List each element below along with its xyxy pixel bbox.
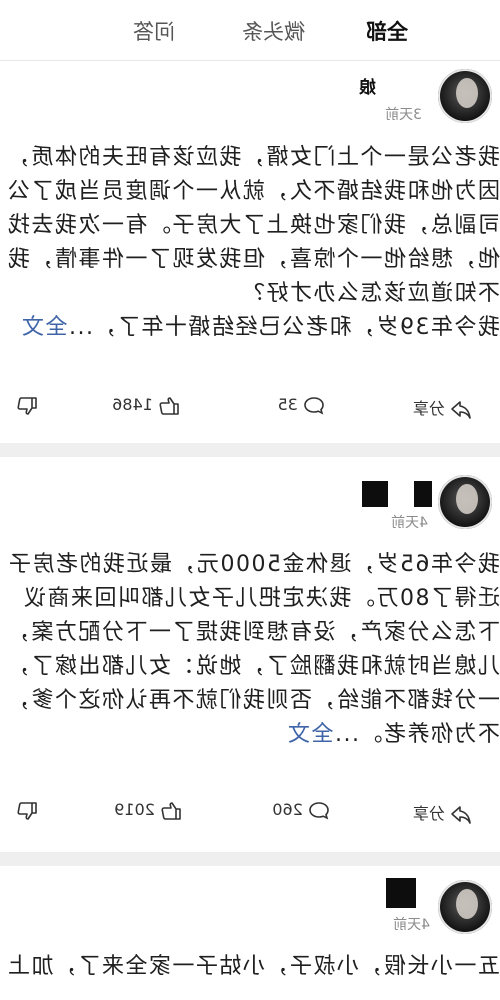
post-preview-line: 不为你养老。...全文 bbox=[0, 718, 500, 752]
comment-count: 35 bbox=[277, 395, 298, 414]
dislike-action[interactable] bbox=[16, 800, 38, 821]
post-text-line: 迁得了80万。我决定把儿子女儿都叫回来商议 bbox=[22, 586, 500, 611]
comment-action[interactable]: 35 bbox=[278, 395, 325, 416]
post-preview-text: 不为你养老。... bbox=[333, 722, 500, 747]
post-text-line: 五一小长假，小叔子，小姑子一家全来了，加上 bbox=[6, 954, 500, 979]
post-card[interactable]: 娘 3天前 我老公是一个上门女婿，我应该有旺夫的体质， 因为他和我结婚不久，就从… bbox=[0, 61, 500, 443]
post-text-line: 司副总，我们家也换上了大房子。有一次我去找 bbox=[6, 213, 500, 238]
like-count: 2019 bbox=[114, 800, 155, 819]
avatar[interactable] bbox=[438, 880, 492, 934]
post-text-line: 不知道应该怎么办才好？ bbox=[241, 281, 500, 306]
post-card[interactable]: 4天前 五一小长假，小叔子，小姑子一家全来了，加上 bbox=[0, 866, 500, 1000]
post-preview-text: 我今年39岁，和老公已经结婚十年了，... bbox=[67, 315, 500, 340]
share-action[interactable]: 分享 bbox=[413, 800, 472, 825]
post-actions: 分享 35 1486 bbox=[0, 389, 500, 423]
post-text-line: 我老公是一个上门女婿，我应该有旺夫的体质， bbox=[6, 145, 500, 170]
feed-separator bbox=[0, 852, 500, 866]
post-text-line: 我今年65岁，退休金5000元，最近我的老房子 bbox=[7, 552, 500, 577]
comment-action[interactable]: 260 bbox=[272, 800, 330, 821]
comment-count: 260 bbox=[272, 800, 303, 819]
mirrored-feed-screenshot: 全部 微头条 问答 娘 3天前 我老公是一个上门女婿，我应该有旺夫的体质， 因为… bbox=[0, 0, 500, 1000]
redacted-name-block bbox=[362, 481, 388, 507]
avatar[interactable] bbox=[438, 69, 492, 123]
avatar[interactable] bbox=[438, 475, 492, 529]
share-label: 分享 bbox=[412, 399, 445, 418]
post-time: 3天前 bbox=[385, 107, 422, 123]
full-text-link[interactable]: 全文 bbox=[21, 315, 68, 340]
top-tab-bar: 全部 微头条 问答 bbox=[0, 0, 500, 61]
redacted-name-block bbox=[414, 481, 432, 507]
thumbs-down-icon bbox=[16, 801, 38, 821]
tab-all[interactable]: 全部 bbox=[366, 18, 408, 46]
post-text-line: 一分钱都不能给，否则我们就不再认你这个爹， bbox=[6, 688, 500, 713]
share-label: 分享 bbox=[412, 804, 445, 823]
full-text-link[interactable]: 全文 bbox=[287, 722, 334, 747]
post-text-line: 因为他和我结婚不久，就从一个调度员当成了公 bbox=[6, 179, 500, 204]
post-card[interactable]: 4天前 我今年65岁，退休金5000元，最近我的老房子 迁得了80万。我决定把儿… bbox=[0, 457, 500, 852]
thumbs-up-icon bbox=[160, 801, 182, 821]
like-action[interactable]: 1486 bbox=[112, 395, 180, 416]
share-icon bbox=[450, 400, 472, 420]
post-preview-line: 我今年39岁，和老公已经结婚十年了，...全文 bbox=[0, 311, 500, 345]
thumbs-up-icon bbox=[158, 396, 180, 416]
share-icon bbox=[450, 805, 472, 825]
post-time: 4天前 bbox=[393, 917, 430, 933]
redacted-name-block bbox=[386, 878, 416, 908]
like-count: 1486 bbox=[112, 395, 153, 414]
thumbs-down-icon bbox=[16, 396, 38, 416]
post-text-line: 下怎么分家产，没有想到我提了一下分配方案， bbox=[6, 620, 500, 645]
post-time: 4天前 bbox=[391, 515, 428, 531]
post-text-line: 儿媳当时就和我翻脸了，她说：女儿都出嫁了， bbox=[6, 654, 500, 679]
tab-qa[interactable]: 问答 bbox=[133, 18, 175, 46]
author-name[interactable]: 娘 bbox=[359, 73, 376, 98]
post-text-line: 他，想给他一个惊喜，但我发现了一件事情，我 bbox=[6, 247, 500, 272]
comment-icon bbox=[308, 801, 330, 821]
share-action[interactable]: 分享 bbox=[413, 395, 472, 420]
comment-icon bbox=[303, 396, 325, 416]
like-action[interactable]: 2019 bbox=[114, 800, 182, 821]
dislike-action[interactable] bbox=[16, 395, 38, 416]
tab-weitoutiao[interactable]: 微头条 bbox=[242, 18, 305, 46]
feed-separator bbox=[0, 443, 500, 457]
post-actions: 分享 260 2019 bbox=[0, 794, 500, 828]
